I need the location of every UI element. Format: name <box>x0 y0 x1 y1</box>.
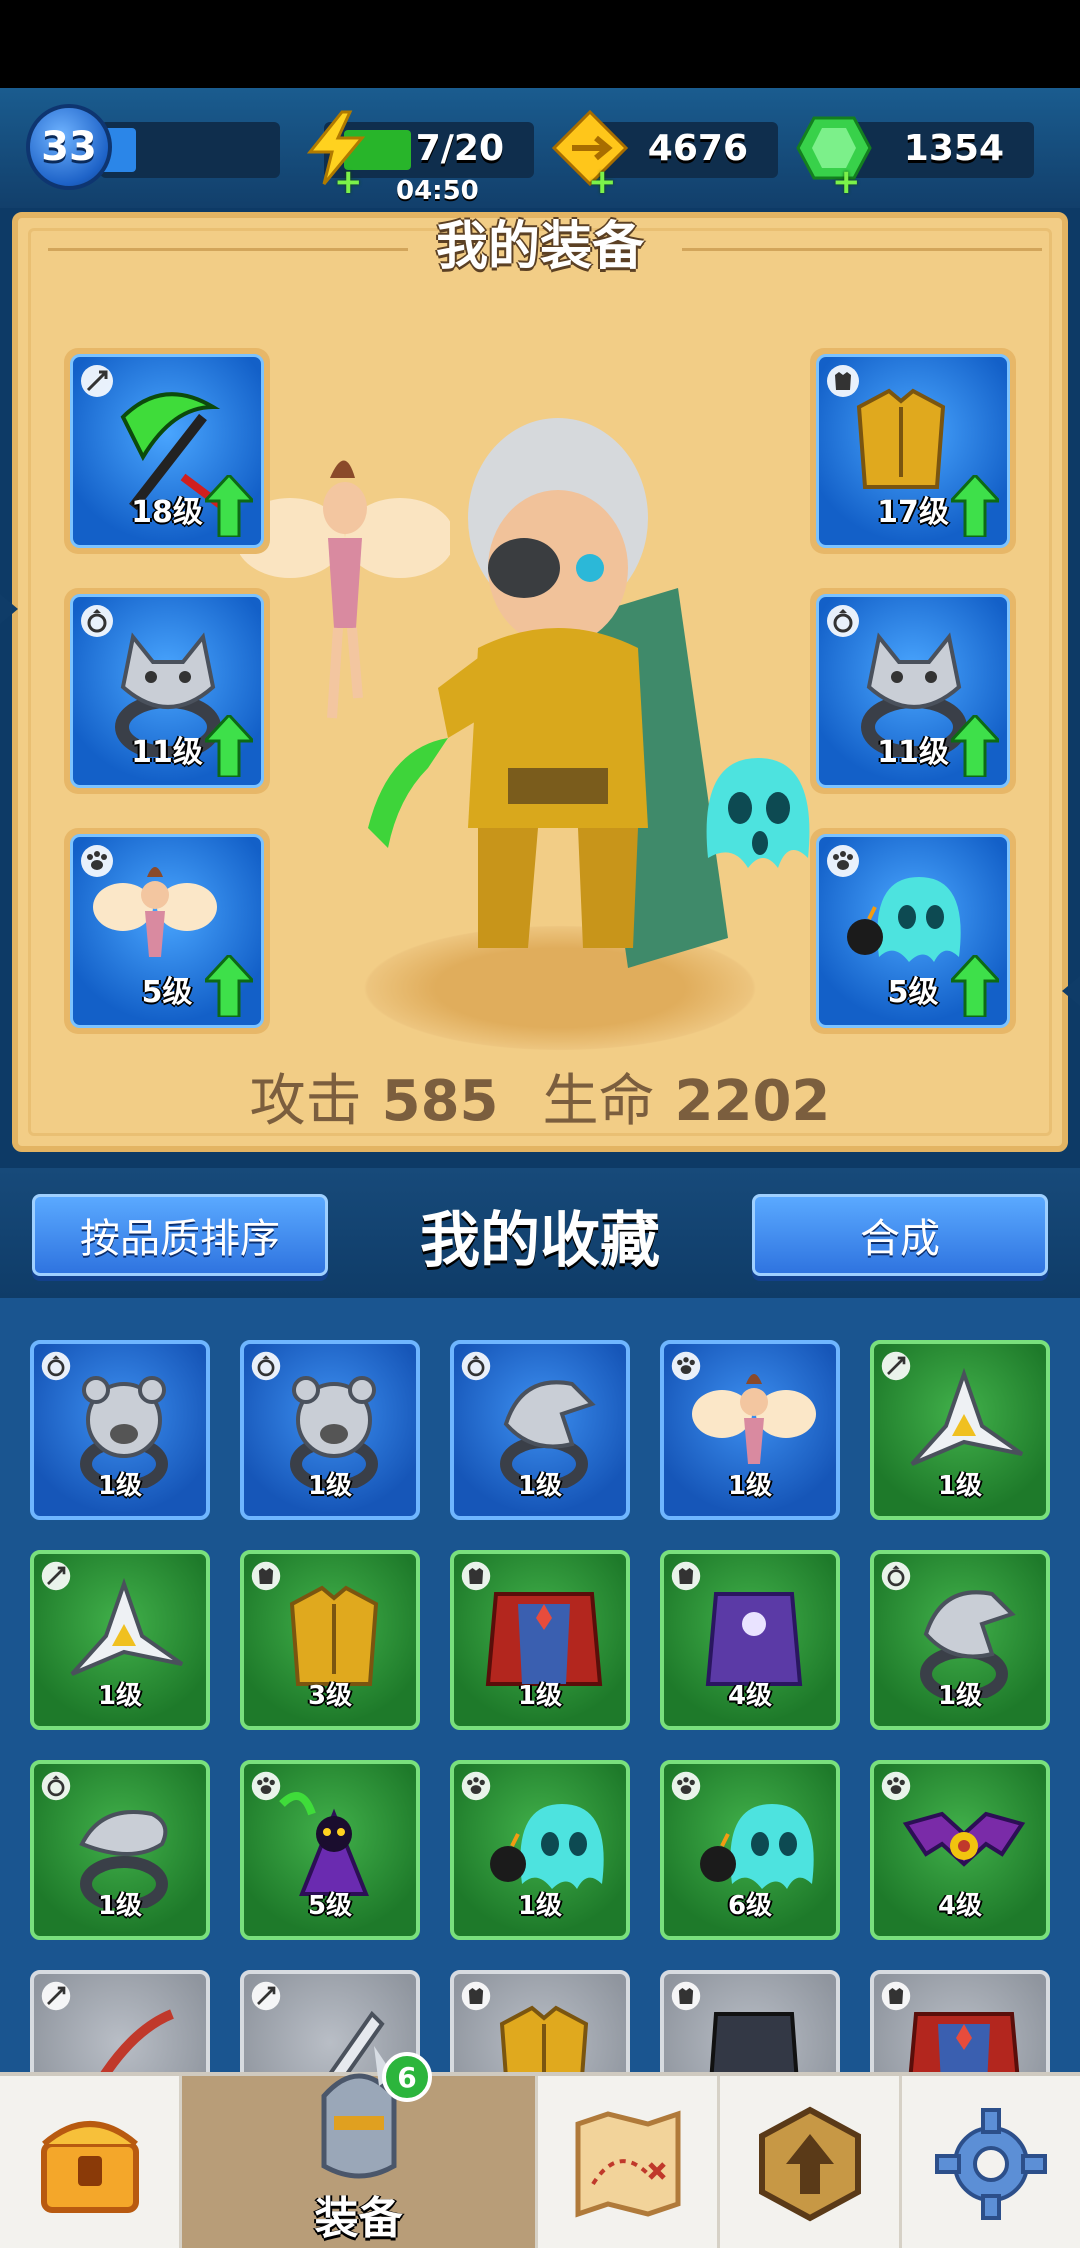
collection-item[interactable]: 1级 <box>450 1340 630 1520</box>
item-level: 1级 <box>97 1891 143 1921</box>
equipment-title: 我的装备 <box>435 217 644 277</box>
collection-item[interactable]: 3级 <box>240 1550 420 1730</box>
slot-tile: 11级 <box>70 594 264 788</box>
collection-item[interactable]: 1级 <box>870 1340 1050 1520</box>
status-bar <box>0 0 1080 88</box>
left-marker-icon <box>0 594 18 624</box>
equipment-slot-pet[interactable]: 5级 <box>64 828 270 1034</box>
gem-value: 1354 <box>903 128 1004 169</box>
collection-grid: 1级 1级 1级 1级 1级 1级 3级 1级 4级 1级 1级 5级 1级 6级 4级 <box>0 1298 1080 2150</box>
plus-icon[interactable]: + <box>334 162 363 202</box>
nav-settings[interactable] <box>902 2076 1080 2248</box>
item-level: 1级 <box>307 1471 353 1501</box>
equipment-slot-armor[interactable]: 17级 <box>810 348 1016 554</box>
nav-equipment-label: 装备 <box>314 2193 403 2244</box>
item-level: 1级 <box>517 1681 563 1711</box>
coin-value: 4676 <box>647 128 748 169</box>
collection-item[interactable]: 1级 <box>660 1340 840 1520</box>
fairy-pet <box>240 460 450 719</box>
plus-icon[interactable]: + <box>588 162 617 202</box>
item-level: 6级 <box>727 1891 773 1921</box>
collection-header: 按品质排序 我的收藏 合成 <box>0 1168 1080 1298</box>
equipment-slot-ring[interactable]: 11级 <box>810 588 1016 794</box>
slot-level: 17级 <box>877 495 949 530</box>
item-level: 3级 <box>307 1681 353 1711</box>
collection-item[interactable]: 1级 <box>30 1550 210 1730</box>
gem-counter[interactable]: + 1354 <box>796 116 1034 202</box>
chest-icon <box>40 2121 139 2213</box>
item-level: 1级 <box>517 1471 563 1501</box>
energy-timer: 04:50 <box>396 176 479 206</box>
hp-value: 2202 <box>674 1069 831 1134</box>
slot-tile: 5级 <box>70 834 264 1028</box>
notification-badge: 6 <box>382 2052 432 2102</box>
slot-tile: 11级 <box>816 594 1010 788</box>
equipment-panel: 我的装备 18级 11级 5级 17级 11级 5级 攻击 585 生命 2202 <box>12 212 1068 1152</box>
xp-bar <box>100 122 280 178</box>
item-level: 1级 <box>97 1471 143 1501</box>
slot-tile: 18级 <box>70 354 264 548</box>
slot-tile: 17级 <box>816 354 1010 548</box>
collection-item[interactable]: 5级 <box>240 1760 420 1940</box>
item-level: 5级 <box>307 1891 353 1921</box>
upgrade-icon <box>758 2106 861 2222</box>
merge-button[interactable]: 合成 <box>752 1194 1048 1276</box>
item-level: 1级 <box>727 1471 773 1501</box>
equipment-slot-pet[interactable]: 5级 <box>810 828 1016 1034</box>
attack-label: 攻击 <box>249 1069 362 1134</box>
item-level: 1级 <box>937 1681 983 1711</box>
nav-chest[interactable] <box>0 2076 182 2248</box>
item-level: 4级 <box>937 1891 983 1921</box>
collection-item[interactable]: 1级 <box>240 1340 420 1520</box>
collection-item[interactable]: 1级 <box>30 1340 210 1520</box>
right-marker-icon <box>1062 976 1080 1006</box>
hero-stats: 攻击 585 生命 2202 <box>18 1056 1062 1137</box>
slot-level: 5级 <box>141 975 193 1010</box>
map-icon <box>575 2110 680 2218</box>
collection-item[interactable]: 1级 <box>870 1550 1050 1730</box>
slot-level: 18级 <box>131 495 203 530</box>
slot-level: 5级 <box>887 975 939 1010</box>
coin-counter[interactable]: + 4676 <box>551 109 778 202</box>
equipment-slot-ring[interactable]: 11级 <box>64 588 270 794</box>
resource-bar: 33 + 7/20 04:50 + 4676 + 1354 <box>0 88 1080 208</box>
slot-level: 11级 <box>131 735 203 770</box>
collection-item[interactable]: 4级 <box>870 1760 1050 1940</box>
settings-gear-icon <box>935 2108 1047 2220</box>
item-level: 4级 <box>727 1681 773 1711</box>
bottom-nav: 6 装备 <box>0 2046 1080 2248</box>
nav-equipment[interactable]: 6 装备 <box>182 2046 538 2248</box>
energy-counter[interactable]: + 7/20 <box>306 110 534 202</box>
item-level: 1级 <box>517 1891 563 1921</box>
energy-value: 7/20 <box>415 128 504 169</box>
attack-value: 585 <box>381 1069 499 1134</box>
nav-map[interactable] <box>538 2076 720 2248</box>
slot-level: 11级 <box>877 735 949 770</box>
item-level: 1级 <box>97 1681 143 1711</box>
collection-item[interactable]: 4级 <box>660 1550 840 1730</box>
item-level: 1级 <box>937 1471 983 1501</box>
player-level-badge[interactable]: 33 <box>26 104 112 190</box>
equipment-slot-weapon[interactable]: 18级 <box>64 348 270 554</box>
nav-upgrade[interactable] <box>720 2076 902 2248</box>
collection-item[interactable]: 6级 <box>660 1760 840 1940</box>
slot-tile: 5级 <box>816 834 1010 1028</box>
collection-item[interactable]: 1级 <box>30 1760 210 1940</box>
collection-item[interactable]: 1级 <box>450 1760 630 1940</box>
plus-icon[interactable]: + <box>832 162 861 202</box>
collection-item[interactable]: 1级 <box>450 1550 630 1730</box>
hp-label: 生命 <box>542 1069 655 1134</box>
